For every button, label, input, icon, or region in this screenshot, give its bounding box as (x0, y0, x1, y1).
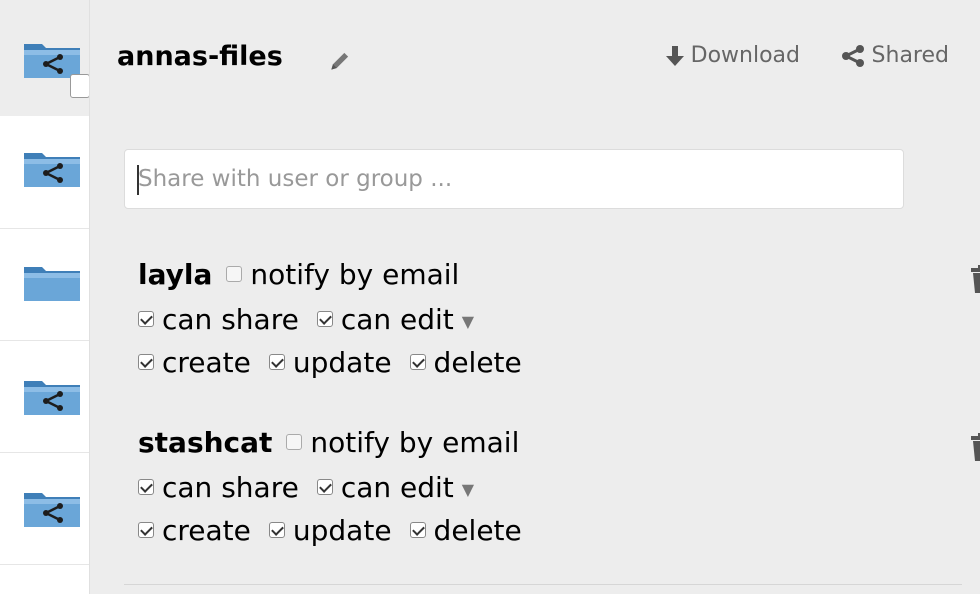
share-username: stashcat (138, 425, 273, 459)
expand-permissions-icon[interactable]: ▼ (462, 312, 474, 331)
shared-button[interactable]: Shared (840, 43, 949, 68)
file-list-item[interactable] (0, 341, 89, 453)
can-edit-checkbox[interactable] (316, 479, 333, 495)
can-edit-label: can edit (340, 470, 454, 504)
divider (124, 584, 962, 585)
file-list (0, 0, 90, 594)
create-label: create (162, 345, 251, 379)
download-icon (665, 45, 684, 66)
delete-label: delete (433, 345, 522, 379)
shared-label: Shared (871, 43, 949, 68)
shared-folder-icon (24, 493, 80, 527)
can-edit-label: can edit (340, 302, 454, 336)
file-list-item[interactable] (0, 229, 89, 341)
share-with-input[interactable] (124, 149, 904, 209)
pencil-icon[interactable] (327, 48, 353, 74)
file-list-item[interactable] (0, 453, 89, 565)
text-cursor (137, 165, 139, 195)
file-list-item[interactable] (0, 116, 89, 229)
can-share-checkbox[interactable] (138, 479, 154, 495)
folder-icon (24, 267, 80, 301)
update-checkbox[interactable] (268, 354, 285, 370)
share-username: layla (138, 257, 213, 291)
share-icon (841, 44, 864, 67)
can-share-checkbox[interactable] (138, 311, 154, 327)
update-label: update (292, 345, 392, 379)
expand-permissions-icon[interactable]: ▼ (462, 480, 474, 499)
shared-folder-icon (24, 381, 80, 415)
update-label: update (292, 513, 392, 547)
trash-icon[interactable] (970, 264, 980, 294)
can-share-label: can share (162, 302, 299, 336)
notify-label: notify by email (310, 425, 520, 459)
trash-icon[interactable] (970, 432, 980, 462)
shared-folder-icon (24, 153, 80, 187)
file-list-item[interactable] (0, 0, 90, 116)
update-checkbox[interactable] (268, 522, 285, 538)
can-edit-checkbox[interactable] (316, 311, 333, 327)
select-checkbox[interactable] (70, 74, 90, 98)
create-label: create (162, 513, 251, 547)
delete-label: delete (433, 513, 522, 547)
create-checkbox[interactable] (138, 522, 154, 538)
download-label: Download (690, 43, 800, 68)
details-sidebar: annas-files Download Shared layla notify… (89, 0, 980, 594)
delete-checkbox[interactable] (409, 354, 426, 370)
sidebar-title: annas-files (117, 41, 283, 72)
create-checkbox[interactable] (138, 354, 154, 370)
can-share-label: can share (162, 470, 299, 504)
delete-checkbox[interactable] (409, 522, 426, 538)
notify-checkbox[interactable] (286, 434, 303, 450)
download-button[interactable]: Download (665, 43, 800, 68)
notify-label: notify by email (250, 257, 460, 291)
notify-checkbox[interactable] (226, 266, 243, 282)
